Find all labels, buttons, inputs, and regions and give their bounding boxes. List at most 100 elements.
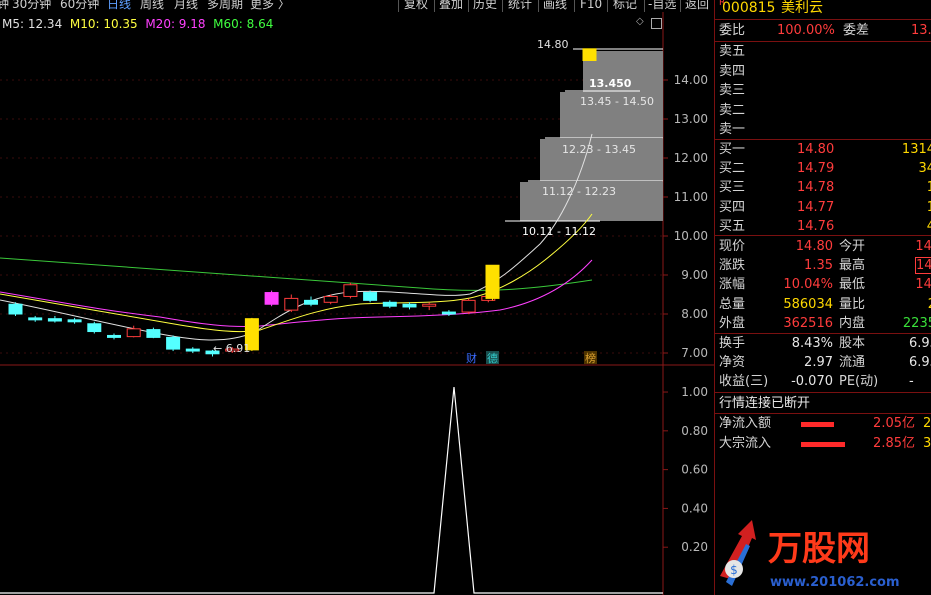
toolbar-divider (502, 0, 503, 12)
watermark-url: www.201062.com (770, 575, 900, 590)
toolbar-divider (644, 0, 645, 12)
toolbar-divider (607, 0, 608, 12)
price-tick-label: 8.00 (681, 307, 708, 321)
flow-value: 2.85亿 (873, 435, 915, 451)
event-marker: 榜 (585, 351, 596, 365)
buy-level-label: 买四 (719, 199, 746, 215)
quote-panel: R 000815 美利云 委比 100.00% 委差 13.6 卖五卖四卖三卖二… (714, 0, 931, 595)
stat-value: 14. (915, 257, 931, 275)
buy-volume: 4 (926, 218, 931, 234)
current-box-label: 13.450 (589, 77, 632, 90)
weibi-value: 100.00% (777, 23, 835, 38)
indicator-tick-label: 0.20 (681, 540, 708, 554)
buy-volume: 1314 (901, 142, 931, 157)
price-tick-label: 7.00 (681, 346, 708, 360)
remove-watchlist-button[interactable]: -自选 (648, 0, 676, 11)
stock-code: 000815 (722, 0, 776, 16)
indicator-pane: 1.00 0.80 0.60 0.40 0.20 (0, 385, 708, 594)
stat-value: -0.070 (791, 374, 833, 390)
connection-status: 行情连接已断开 (719, 396, 811, 411)
candle-body (422, 303, 437, 307)
indicator-line (0, 386, 663, 594)
candle-body (146, 329, 161, 338)
candle-body (284, 297, 299, 311)
quote-stat-row: 涨跌1.35最高14. (719, 256, 931, 275)
flow-bar (801, 441, 845, 447)
quote-stat-row: 涨幅10.04%最低14. (719, 275, 931, 294)
toolbar-divider (538, 0, 539, 12)
toolbar-divider (574, 0, 575, 12)
candle-body (382, 301, 397, 307)
buy-price: 14.80 (797, 142, 835, 157)
quote-stat-row: 总量586034量比2 (719, 295, 931, 314)
weicha-value: 13.6 (911, 23, 931, 38)
candle-body (107, 334, 121, 338)
stat-value: - (909, 374, 914, 390)
stat-value: 1.35 (804, 258, 833, 274)
tab-60min[interactable]: 60分钟 (60, 0, 99, 11)
toolbar-divider (398, 0, 399, 12)
sell-level-label: 卖二 (719, 102, 746, 118)
candle-body (582, 48, 597, 61)
kline-chart[interactable]: 14.00 13.00 12.00 11.00 10.00 9.00 8.00 7.00 14… (0, 12, 714, 595)
buy-level-label: 买二 (719, 161, 746, 177)
stats-button[interactable]: 统计 (508, 0, 532, 11)
history-button[interactable]: 历史 (473, 0, 497, 11)
toolbar-divider (468, 0, 469, 12)
tab-daily[interactable]: 日线 (107, 0, 131, 11)
quote-stat-row: 换手8.43%股本6.95 (719, 334, 931, 353)
tab-30min[interactable]: 30分钟 (12, 0, 51, 11)
buy-level-row: 买三 14.78 1 (719, 178, 931, 197)
period-toolbar: 钟 30分钟 60分钟 日线 周线 月线 多周期 更多 〉 复权 叠加 历史 统… (0, 0, 714, 12)
event-marker: 财 (466, 351, 477, 365)
draw-button[interactable]: 画线 (543, 0, 567, 11)
stat-value: 10.04% (783, 277, 833, 293)
fuquan-button[interactable]: 复权 (404, 0, 428, 11)
flow-bar (801, 422, 834, 427)
tab-weekly[interactable]: 周线 (140, 0, 164, 11)
price-tick-label: 12.00 (674, 151, 708, 165)
buy-price: 14.76 (797, 218, 835, 234)
stat-value: 14. (915, 277, 931, 293)
stat-value: 6.95 (909, 355, 931, 371)
indicator-tick-label: 1.00 (681, 385, 708, 399)
stat-value: 362516 (783, 315, 833, 331)
indicator-tick-label: 0.40 (681, 501, 708, 515)
sell-level-row: 卖三 (719, 81, 745, 100)
stock-name: 美利云 (781, 0, 823, 16)
sell-level-label: 卖五 (719, 44, 746, 59)
fund-flow-row: 大宗流入 2.85亿 33 (719, 434, 931, 453)
flow-label: 大宗流入 (719, 435, 772, 451)
f10-button[interactable]: F10 (580, 0, 602, 11)
tab-monthly[interactable]: 月线 (174, 0, 198, 11)
buy-level-row: 买二 14.79 34 (719, 159, 931, 178)
tab-minute[interactable]: 钟 (0, 0, 9, 11)
flow-extra: 33 (923, 435, 931, 451)
flow-extra: 24 (923, 416, 931, 431)
back-button[interactable]: 返回 (685, 0, 709, 11)
candle-body (47, 318, 62, 322)
overlay-button[interactable]: 叠加 (439, 0, 463, 11)
candle-body (402, 303, 417, 308)
sell-level-row: 卖二 (719, 101, 745, 120)
stat-value: 8.43% (791, 336, 833, 351)
tab-more[interactable]: 更多 〉 (250, 0, 290, 11)
stat-label: PE(动) (839, 374, 879, 390)
candle-body (304, 299, 318, 305)
candle-body (343, 284, 358, 297)
sell-level-row: 卖五 (719, 42, 745, 61)
price-tick-label: 11.00 (674, 190, 708, 204)
stat-value: 586034 (783, 296, 833, 312)
buy-volume: 34 (918, 161, 931, 177)
candle-body (87, 323, 102, 333)
stat-value: 2235 (902, 315, 931, 331)
price-axis: 14.00 13.00 12.00 11.00 10.00 9.00 8.00 7.00 (663, 73, 708, 360)
tab-multi-period[interactable]: 多周期 (207, 0, 243, 11)
sell-level-label: 卖四 (719, 63, 746, 79)
mark-button[interactable]: 标记 (613, 0, 637, 11)
candle-body (264, 292, 279, 305)
low-label: ← 6.91 (213, 342, 250, 355)
chip-band-label: 11.12 - 12.23 (542, 185, 616, 198)
stat-label: 最低 (839, 277, 866, 293)
candle-body (185, 348, 200, 352)
